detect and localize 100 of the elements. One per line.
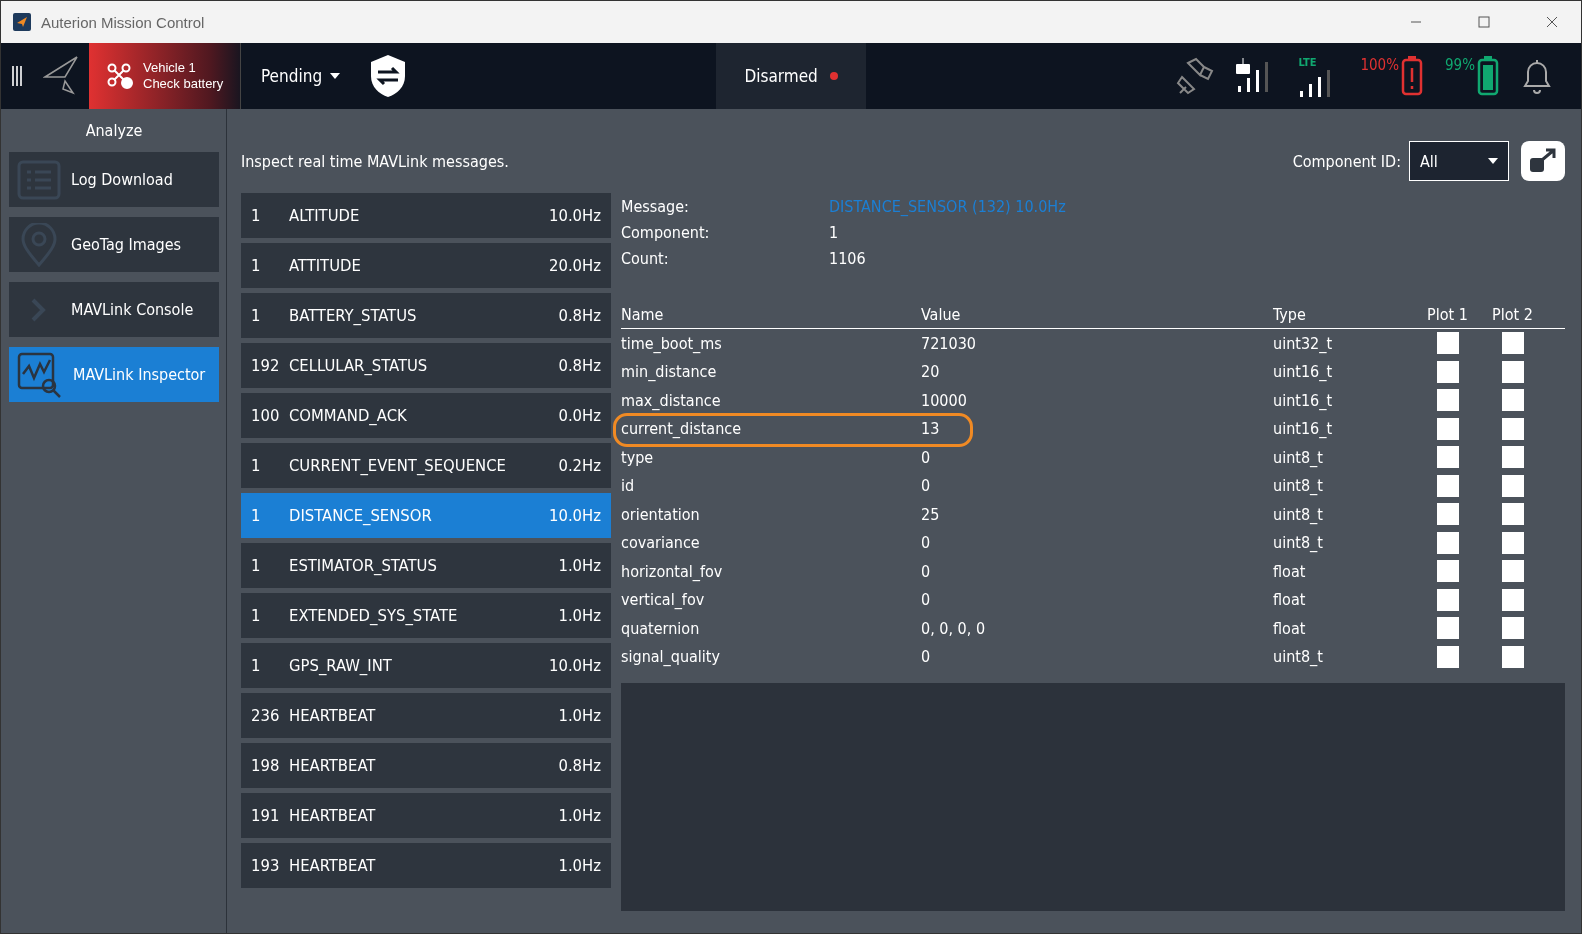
controller-battery-percent: 99% <box>1445 56 1475 74</box>
info-label: Count: <box>621 248 670 268</box>
message-row[interactable]: 1 ATTITUDE 20.0Hz <box>241 243 611 288</box>
description-text: Inspect real time MAVLink messages. <box>241 151 510 171</box>
message-row[interactable]: 1 BATTERY_STATUS 0.8Hz <box>241 293 611 338</box>
message-row[interactable]: 1 EXTENDED_SYS_STATE 1.0Hz <box>241 593 611 638</box>
plot-checkbox[interactable] <box>1436 332 1459 355</box>
table-cell-text: min_distance <box>621 362 718 382</box>
sidebar-item[interactable]: GeoTag Images <box>9 217 219 272</box>
plot-checkbox[interactable] <box>1501 332 1524 355</box>
table-cell-text: 0 <box>921 476 932 496</box>
message-row[interactable]: 1 ESTIMATOR_STATUS 1.0Hz <box>241 543 611 588</box>
table-cell-text: 0 <box>921 447 932 467</box>
battery-alert-icon[interactable] <box>1401 56 1423 96</box>
table-cell-text: quaternion <box>621 618 701 638</box>
table-cell-text: 0 <box>921 590 932 610</box>
message-row[interactable]: 236 HEARTBEAT 1.0Hz <box>241 693 611 738</box>
table-cell-text: vertical_fov <box>621 590 706 610</box>
chart-magnifier-icon <box>17 351 63 398</box>
message-row[interactable]: 193 HEARTBEAT 1.0Hz <box>241 843 611 888</box>
plot-checkbox[interactable] <box>1436 503 1459 526</box>
message-row[interactable]: 100 COMMAND_ACK 0.0Hz <box>241 393 611 438</box>
plot-checkbox[interactable] <box>1501 503 1524 526</box>
drone-warning-icon <box>107 63 133 89</box>
plot-checkbox[interactable] <box>1501 474 1524 497</box>
arm-status-text: Disarmed <box>744 66 818 86</box>
info-label: Component: <box>621 222 711 242</box>
pop-out-icon <box>1528 148 1558 174</box>
plot-checkbox[interactable] <box>1501 560 1524 583</box>
table-cell-text: 20 <box>921 362 941 382</box>
shield-arrows-icon[interactable] <box>370 54 407 98</box>
sidebar-item[interactable]: MAVLink Inspector <box>9 347 219 402</box>
table-cell-text: 10000 <box>921 390 968 410</box>
message-row[interactable]: 192 CELLULAR_STATUS 0.8Hz <box>241 343 611 388</box>
info-label: Message: <box>621 196 690 216</box>
plot-checkbox[interactable] <box>1501 588 1524 611</box>
table-cell-text: uint8_t <box>1273 533 1324 553</box>
column-header: Plot 2 <box>1491 305 1534 324</box>
table-cell-text: uint8_t <box>1273 647 1324 667</box>
column-header: Plot 1 <box>1426 305 1469 324</box>
column-header: Name <box>621 305 665 324</box>
pop-out-button[interactable] <box>1521 141 1565 181</box>
table-cell-text: covariance <box>621 533 701 553</box>
vehicle-battery-percent: 100% <box>1360 56 1399 74</box>
plot-checkbox[interactable] <box>1436 389 1459 412</box>
arm-status-panel[interactable]: Disarmed <box>716 43 867 109</box>
message-row[interactable]: 1 ALTITUDE 10.0Hz <box>241 193 611 238</box>
table-cell-text: max_distance <box>621 390 722 410</box>
plot-checkbox[interactable] <box>1501 417 1524 440</box>
close-icon <box>1546 16 1558 28</box>
menu-icon[interactable] <box>11 66 23 86</box>
plot-checkbox[interactable] <box>1436 360 1459 383</box>
plot-checkbox[interactable] <box>1436 474 1459 497</box>
table-cell-text: uint16_t <box>1273 390 1334 410</box>
column-header: Value <box>921 305 962 324</box>
maximize-icon <box>1478 16 1490 28</box>
notification-bell-icon[interactable] <box>1521 58 1553 94</box>
vehicle-status-button[interactable]: Vehicle 1 Check battery <box>89 43 241 109</box>
table-cell-text: time_boot_ms <box>621 333 723 353</box>
plot-checkbox[interactable] <box>1436 531 1459 554</box>
message-row[interactable]: 191 HEARTBEAT 1.0Hz <box>241 793 611 838</box>
table-cell-text: 0, 0, 0, 0 <box>921 618 987 638</box>
plot-checkbox[interactable] <box>1436 645 1459 668</box>
table-cell-text: 0 <box>921 533 932 553</box>
message-row[interactable]: 1 DISTANCE_SENSOR 10.0Hz <box>241 493 611 538</box>
flight-mode-dropdown[interactable]: Pending <box>241 43 361 109</box>
table-cell-text: horizontal_fov <box>621 561 724 581</box>
plot-checkbox[interactable] <box>1436 446 1459 469</box>
message-row[interactable]: 1 CURRENT_EVENT_SEQUENCE 0.2Hz <box>241 443 611 488</box>
plot-checkbox[interactable] <box>1501 360 1524 383</box>
table-cell-text: 13 <box>921 419 941 439</box>
plot-checkbox[interactable] <box>1436 417 1459 440</box>
plot-checkbox[interactable] <box>1501 389 1524 412</box>
satellite-icon[interactable] <box>1176 57 1215 95</box>
table-cell-text: uint16_t <box>1273 362 1334 382</box>
message-row[interactable]: 198 HEARTBEAT 0.8Hz <box>241 743 611 788</box>
caret-icon <box>330 73 341 79</box>
component-id-dropdown[interactable]: All <box>1409 141 1509 181</box>
table-cell-text: 721030 <box>921 333 977 353</box>
plot-checkbox[interactable] <box>1436 617 1459 640</box>
table-cell-text: 0 <box>921 561 932 581</box>
sidebar-item[interactable]: MAVLink Console <box>9 282 219 337</box>
info-value: 1106 <box>829 248 867 268</box>
battery-full-icon[interactable] <box>1477 56 1499 96</box>
table-cell-text: 25 <box>921 504 941 524</box>
table-cell-text: uint8_t <box>1273 476 1324 496</box>
sidebar-item[interactable]: Log Download <box>9 152 219 207</box>
plot-checkbox[interactable] <box>1501 617 1524 640</box>
plot-checkbox[interactable] <box>1501 446 1524 469</box>
plot-checkbox[interactable] <box>1501 645 1524 668</box>
info-value: 1 <box>829 222 840 242</box>
message-row[interactable]: 1 GPS_RAW_INT 10.0Hz <box>241 643 611 688</box>
table-cell-text: orientation <box>621 504 701 524</box>
plot-checkbox[interactable] <box>1501 531 1524 554</box>
table-cell-text: uint8_t <box>1273 447 1324 467</box>
table-cell-text: uint8_t <box>1273 504 1324 524</box>
table-cell-text: current_distance <box>621 419 743 439</box>
plot-checkbox[interactable] <box>1436 560 1459 583</box>
plot-checkbox[interactable] <box>1436 588 1459 611</box>
paper-plane-icon[interactable] <box>43 55 79 97</box>
